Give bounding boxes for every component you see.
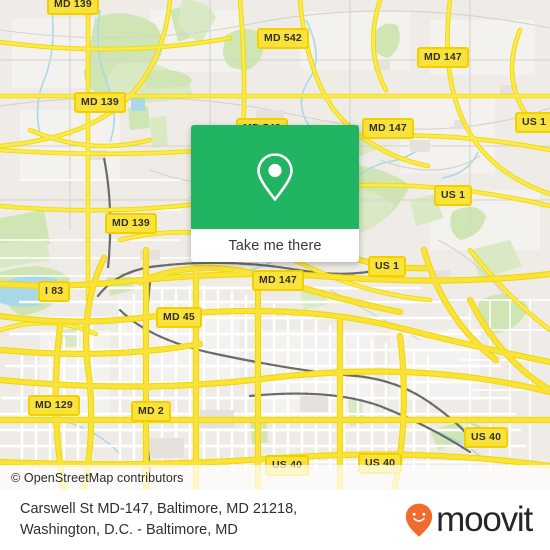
- highway-shield: MD 139: [105, 213, 157, 234]
- osm-attribution-text[interactable]: © OpenStreetMap contributors: [0, 471, 184, 485]
- highway-shield: MD 542: [257, 28, 309, 49]
- map-attribution-bar: © OpenStreetMap contributors: [0, 465, 550, 490]
- highway-shield: US 40: [464, 427, 509, 448]
- caption-line-1: Carswell St MD-147, Baltimore, MD 21218,: [20, 501, 298, 517]
- highway-shield: MD 147: [252, 270, 304, 291]
- highway-shield: MD 129: [28, 395, 80, 416]
- highway-shield: MD 45: [156, 307, 202, 328]
- take-me-there-card[interactable]: Take me there: [191, 125, 359, 262]
- highway-shield: MD 139: [47, 0, 99, 15]
- highway-shield: I 83: [38, 281, 71, 302]
- card-footer[interactable]: Take me there: [191, 229, 359, 262]
- highway-shield: US 1: [434, 185, 473, 206]
- take-me-there-label: Take me there: [228, 237, 322, 254]
- map-canvas[interactable]: .park { fill:#cfe5b4; } .park2 { fill:#d…: [0, 0, 550, 490]
- map-screenshot: .park { fill:#cfe5b4; } .park2 { fill:#d…: [0, 0, 550, 550]
- moovit-brand[interactable]: moovit: [405, 500, 550, 539]
- highway-shield: MD 147: [362, 118, 414, 139]
- highway-shield: MD 139: [74, 92, 126, 113]
- card-header: [191, 125, 359, 229]
- caption-line-2: Washington, D.C. - Baltimore, MD: [20, 522, 238, 538]
- location-caption: Carswell St MD-147, Baltimore, MD 21218,…: [0, 499, 297, 541]
- map-pin-icon: [257, 153, 293, 201]
- highway-shield: US 1: [368, 256, 407, 277]
- highway-shield: US 1: [515, 112, 550, 133]
- highway-shield: MD 147: [417, 47, 469, 68]
- highway-shield: MD 2: [131, 401, 171, 422]
- footer-bar: Carswell St MD-147, Baltimore, MD 21218,…: [0, 490, 550, 550]
- moovit-smiley-pin-icon: [405, 503, 433, 537]
- moovit-wordmark: moovit: [436, 500, 533, 539]
